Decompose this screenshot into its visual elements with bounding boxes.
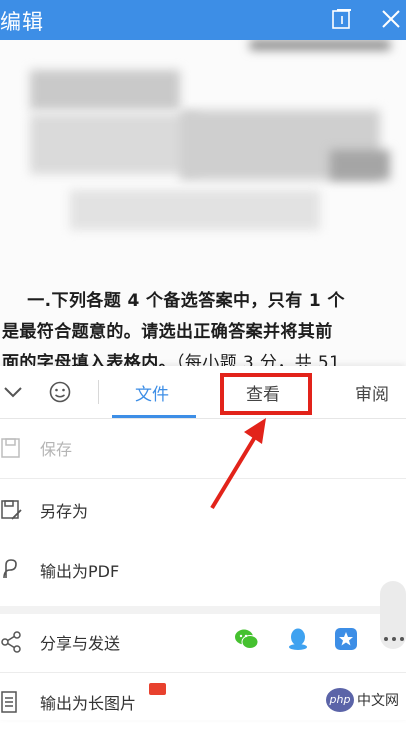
doc-line: 一.下列各题 4 个备选答案中，只有 1 个 (2, 291, 345, 311)
qq-icon[interactable] (285, 626, 311, 652)
pdf-export-icon (0, 558, 24, 582)
save-icon (0, 436, 24, 460)
wechat-icon[interactable] (233, 626, 259, 652)
menu-label-share: 分享与发送 (40, 634, 121, 653)
blurred-content (30, 70, 180, 110)
watermark-text: 中文网 (357, 693, 399, 709)
menu-item-save[interactable]: 保存 (0, 418, 406, 478)
menu-label-long-image: 输出为长图片 (40, 694, 137, 713)
window-icon[interactable] (331, 8, 353, 30)
document-area[interactable]: 一.下列各题 4 个备选答案中，只有 1 个 是最符合题意的。请选出正确答案并将… (0, 40, 406, 366)
save-as-icon (0, 498, 24, 522)
more-icon[interactable] (381, 626, 406, 652)
menu-label-save-as: 另存为 (40, 502, 89, 521)
chevron-down-icon[interactable] (2, 382, 24, 402)
star-icon[interactable] (333, 626, 359, 652)
blurred-content (30, 114, 200, 174)
close-icon[interactable] (380, 8, 402, 30)
document-text: 一.下列各题 4 个备选答案中，只有 1 个 是最符合题意的。请选出正确答案并将… (2, 286, 406, 366)
tab-review[interactable]: 审阅 (355, 380, 389, 405)
tab-bar: 文件 查看 审阅 (0, 366, 406, 419)
emoji-face-icon[interactable] (48, 380, 72, 404)
divider (0, 478, 406, 479)
title-bar: 编辑 (0, 0, 406, 40)
window-title: 编辑 (0, 10, 44, 34)
highlight-annotation (220, 373, 312, 415)
blurred-content (330, 150, 390, 180)
tab-file[interactable]: 文件 (135, 380, 169, 405)
bottom-menu-panel: 文件 查看 审阅 保存 另存为 输出为PDF 分享与发送 输出为长图片 (0, 366, 406, 720)
blurred-content (250, 40, 390, 50)
menu-label-save: 保存 (40, 440, 73, 459)
tab-separator (98, 380, 99, 404)
watermark-logo: php (326, 688, 354, 712)
share-icon (0, 630, 24, 654)
menu-item-save-as[interactable]: 另存为 (0, 480, 406, 540)
long-image-icon (0, 690, 24, 714)
menu-label-export-pdf: 输出为PDF (40, 562, 120, 581)
menu-item-export-pdf[interactable]: 输出为PDF (0, 540, 406, 600)
blurred-content (70, 190, 320, 230)
new-badge (149, 683, 166, 695)
doc-line: 面的字母填入表格内。（每小题 3 分，共 51 (2, 353, 341, 366)
doc-line: 是最符合题意的。请选出正确答案并将其前 (2, 322, 333, 342)
